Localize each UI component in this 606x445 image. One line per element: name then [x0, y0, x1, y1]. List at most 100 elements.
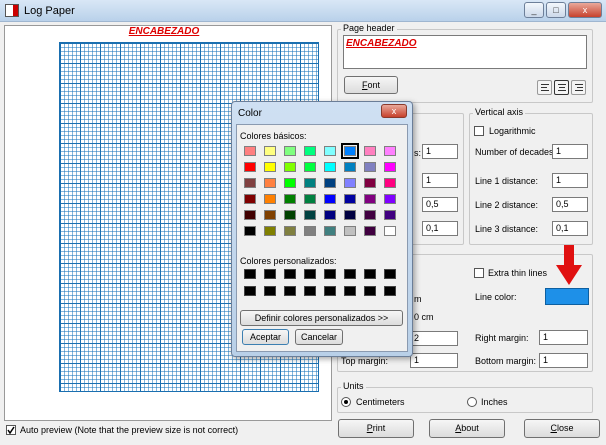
- h-decades-input[interactable]: 1: [422, 144, 458, 159]
- basic-color-swatch[interactable]: [244, 194, 256, 204]
- basic-color-swatch[interactable]: [324, 194, 336, 204]
- basic-color-swatch[interactable]: [324, 146, 336, 156]
- basic-color-swatch[interactable]: [384, 162, 396, 172]
- align-left-button[interactable]: [537, 80, 552, 95]
- basic-color-swatch[interactable]: [304, 178, 316, 188]
- basic-color-swatch[interactable]: [284, 194, 296, 204]
- basic-color-swatch[interactable]: [364, 162, 376, 172]
- basic-color-swatch[interactable]: [244, 146, 256, 156]
- basic-color-swatch[interactable]: [324, 210, 336, 220]
- right-margin-input[interactable]: 1: [539, 330, 588, 345]
- basic-color-swatch[interactable]: [344, 178, 356, 188]
- h-line2-input[interactable]: 0,5: [422, 197, 458, 212]
- align-right-button[interactable]: [571, 80, 586, 95]
- basic-color-swatch[interactable]: [264, 146, 276, 156]
- maximize-button[interactable]: □: [546, 2, 566, 18]
- basic-color-swatch[interactable]: [344, 194, 356, 204]
- basic-color-swatch[interactable]: [304, 210, 316, 220]
- basic-color-swatch[interactable]: [341, 143, 359, 159]
- line-color-swatch[interactable]: [545, 288, 589, 305]
- basic-color-swatch[interactable]: [364, 194, 376, 204]
- minimize-button[interactable]: _: [524, 2, 544, 18]
- h-line3-input[interactable]: 0,1: [422, 221, 458, 236]
- font-button[interactable]: Font: [344, 76, 398, 94]
- bottom-margin-input[interactable]: 1: [539, 353, 588, 368]
- accept-button[interactable]: Aceptar: [242, 329, 289, 345]
- basic-color-swatch[interactable]: [324, 162, 336, 172]
- basic-color-swatch[interactable]: [304, 194, 316, 204]
- basic-color-swatch[interactable]: [284, 162, 296, 172]
- basic-color-swatch[interactable]: [364, 178, 376, 188]
- v-decades-input[interactable]: 1: [552, 144, 588, 159]
- basic-color-swatch[interactable]: [344, 210, 356, 220]
- v-line1-input[interactable]: 1: [552, 173, 588, 188]
- top-margin-input[interactable]: 1: [410, 353, 458, 368]
- custom-color-swatch[interactable]: [384, 286, 396, 296]
- close-button[interactable]: Close: [524, 419, 600, 438]
- custom-color-swatch[interactable]: [364, 286, 376, 296]
- custom-color-swatch[interactable]: [264, 269, 276, 279]
- custom-color-swatch[interactable]: [244, 269, 256, 279]
- inches-radio[interactable]: [467, 397, 477, 407]
- centimeters-radio[interactable]: [341, 397, 351, 407]
- custom-colors-grid: [244, 269, 400, 301]
- basic-color-swatch[interactable]: [324, 226, 336, 236]
- define-custom-colors-button[interactable]: Definir colores personalizados >>: [240, 310, 403, 326]
- custom-color-swatch[interactable]: [344, 269, 356, 279]
- basic-color-swatch[interactable]: [244, 226, 256, 236]
- basic-color-swatch[interactable]: [384, 178, 396, 188]
- h-decades-label-partial: s:: [414, 148, 422, 158]
- basic-color-swatch[interactable]: [384, 210, 396, 220]
- basic-color-swatch[interactable]: [344, 226, 356, 236]
- basic-color-swatch[interactable]: [384, 226, 396, 236]
- basic-color-swatch[interactable]: [304, 146, 316, 156]
- custom-color-swatch[interactable]: [384, 269, 396, 279]
- basic-color-swatch[interactable]: [264, 226, 276, 236]
- custom-color-swatch[interactable]: [324, 286, 336, 296]
- custom-color-swatch[interactable]: [344, 286, 356, 296]
- v-line3-input[interactable]: 0,1: [552, 221, 588, 236]
- basic-color-swatch[interactable]: [284, 146, 296, 156]
- basic-color-swatch[interactable]: [264, 178, 276, 188]
- basic-color-swatch[interactable]: [284, 178, 296, 188]
- basic-color-swatch[interactable]: [304, 226, 316, 236]
- basic-color-swatch[interactable]: [364, 210, 376, 220]
- custom-color-swatch[interactable]: [244, 286, 256, 296]
- custom-color-swatch[interactable]: [304, 269, 316, 279]
- close-window-button[interactable]: x: [568, 2, 602, 18]
- basic-color-swatch[interactable]: [244, 162, 256, 172]
- cancel-button[interactable]: Cancelar: [295, 329, 343, 345]
- basic-color-swatch[interactable]: [364, 146, 376, 156]
- basic-color-swatch[interactable]: [344, 162, 356, 172]
- custom-color-swatch[interactable]: [284, 269, 296, 279]
- custom-color-swatch[interactable]: [304, 286, 316, 296]
- basic-color-swatch[interactable]: [324, 178, 336, 188]
- app-icon: [5, 4, 19, 17]
- basic-color-swatch[interactable]: [304, 162, 316, 172]
- v-line2-input[interactable]: 0,5: [552, 197, 588, 212]
- basic-color-swatch[interactable]: [244, 210, 256, 220]
- basic-color-swatch[interactable]: [244, 178, 256, 188]
- basic-color-swatch[interactable]: [384, 194, 396, 204]
- h-line1-input[interactable]: 1: [422, 173, 458, 188]
- basic-colors-grid: [244, 143, 400, 242]
- basic-color-swatch[interactable]: [284, 226, 296, 236]
- custom-color-swatch[interactable]: [324, 269, 336, 279]
- auto-preview-checkbox[interactable]: [6, 425, 16, 435]
- basic-color-swatch[interactable]: [264, 162, 276, 172]
- custom-color-swatch[interactable]: [264, 286, 276, 296]
- about-button[interactable]: About: [429, 419, 505, 438]
- basic-color-swatch[interactable]: [264, 210, 276, 220]
- basic-color-swatch[interactable]: [364, 226, 376, 236]
- custom-color-swatch[interactable]: [364, 269, 376, 279]
- color-dialog-close-button[interactable]: x: [381, 104, 407, 118]
- logarithmic-checkbox[interactable]: [474, 126, 484, 136]
- left-margin-input[interactable]: 2: [410, 331, 458, 346]
- custom-color-swatch[interactable]: [284, 286, 296, 296]
- basic-color-swatch[interactable]: [264, 194, 276, 204]
- basic-color-swatch[interactable]: [384, 146, 396, 156]
- print-button[interactable]: Print: [338, 419, 414, 438]
- basic-color-swatch[interactable]: [284, 210, 296, 220]
- extra-thin-lines-checkbox[interactable]: [474, 268, 484, 278]
- align-center-button[interactable]: [554, 80, 569, 95]
